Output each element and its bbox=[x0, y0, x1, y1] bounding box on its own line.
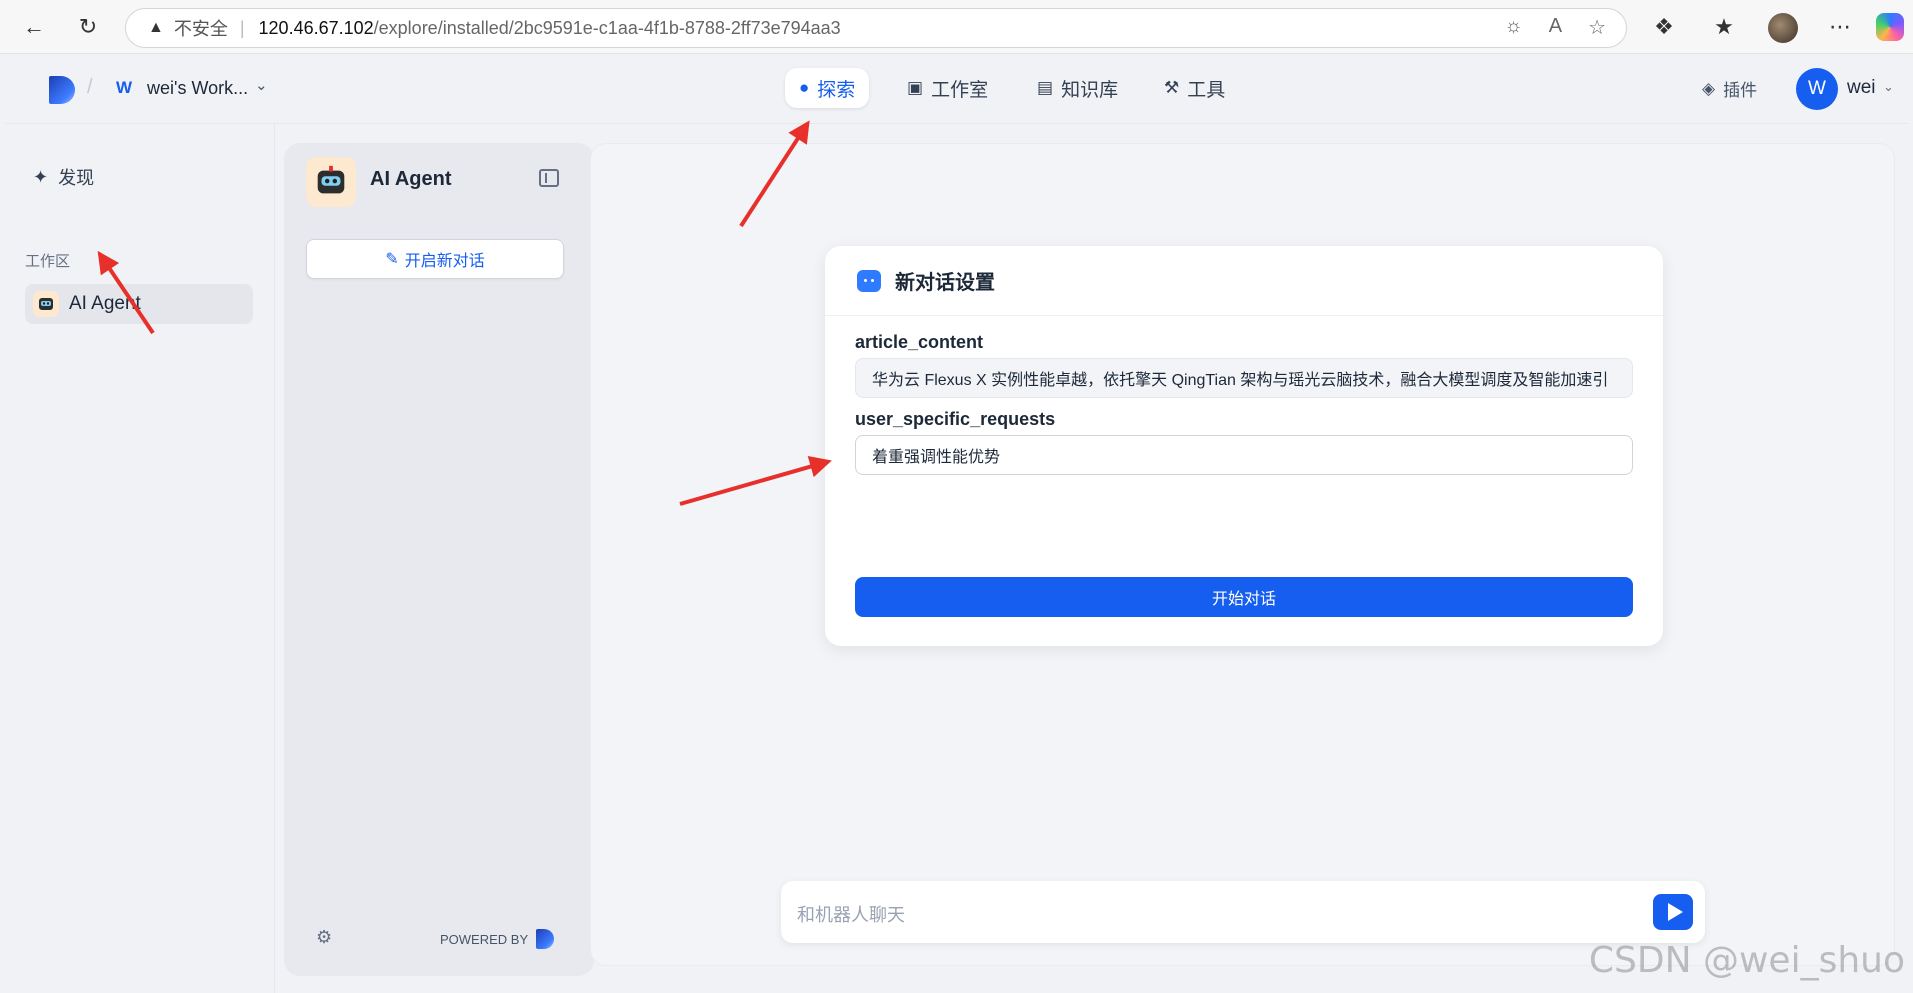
copilot-icon[interactable] bbox=[1876, 13, 1904, 41]
explore-icon: ● bbox=[799, 78, 810, 97]
card-header: 新对话设置 bbox=[825, 246, 1663, 316]
powered-by: POWERED BY bbox=[440, 929, 555, 949]
tab-label: 工作室 bbox=[931, 79, 989, 101]
url-separator: | bbox=[239, 17, 245, 38]
refresh-icon[interactable]: ↻ bbox=[74, 13, 102, 41]
workspace-name[interactable]: wei's Work... bbox=[147, 78, 248, 99]
tab-label: 探索 bbox=[817, 79, 856, 101]
chat-input-box[interactable]: 和机器人聊天 bbox=[781, 881, 1705, 943]
sidebar-item-ai-agent[interactable]: AI Agent bbox=[25, 284, 253, 324]
robot-icon: ▣ bbox=[907, 78, 924, 97]
favorites-icon[interactable]: ★ bbox=[1710, 13, 1738, 41]
new-chat-label: 开启新对话 bbox=[404, 253, 485, 270]
tab-knowledge[interactable]: ▤ 知识库 bbox=[1023, 68, 1132, 108]
chat-bubble-icon bbox=[857, 269, 881, 292]
collapse-sidebar-icon[interactable] bbox=[539, 169, 559, 187]
hammer-icon: ⚒ bbox=[1164, 78, 1180, 97]
breadcrumb-separator: / bbox=[87, 76, 93, 98]
tab-tools[interactable]: ⚒ 工具 bbox=[1150, 68, 1239, 108]
security-label: 不安全 bbox=[173, 19, 228, 39]
watermark: CSDN @wei_shuo bbox=[1588, 940, 1905, 981]
address-bar-actions: ☼ A ☆ bbox=[1504, 15, 1606, 40]
url-path: /explore/installed/2bc9591e-c1aa-4f1b-87… bbox=[373, 17, 841, 38]
main-chat-area: 新对话设置 article_content 华为云 Flexus X 实例性能卓… bbox=[590, 143, 1895, 966]
robot-avatar-icon bbox=[33, 291, 59, 317]
telescope-icon: ✦ bbox=[33, 166, 49, 187]
card-title: 新对话设置 bbox=[895, 272, 995, 294]
app-header: / W wei's Work... ⌄ ● 探索 ▣ 工作室 ▤ 知识库 ⚒ 工… bbox=[5, 54, 1908, 124]
agent-avatar bbox=[306, 157, 356, 207]
tab-explore[interactable]: ● 探索 bbox=[785, 68, 870, 108]
url-host: 120.46.67.102 bbox=[258, 17, 374, 38]
read-aloud-icon[interactable]: A bbox=[1549, 15, 1562, 40]
send-icon[interactable] bbox=[1653, 894, 1693, 930]
tab-label: 工具 bbox=[1187, 79, 1226, 101]
discover-label: 发现 bbox=[58, 168, 95, 188]
chat-input-placeholder: 和机器人聊天 bbox=[797, 905, 905, 925]
workspace-section-label: 工作区 bbox=[25, 253, 71, 270]
new-chat-settings-card: 新对话设置 article_content 华为云 Flexus X 实例性能卓… bbox=[825, 246, 1663, 646]
brand-logo-icon bbox=[536, 929, 555, 949]
workspace-badge[interactable]: W bbox=[113, 76, 135, 100]
user-requests-input[interactable]: 着重强调性能优势 bbox=[855, 435, 1633, 475]
cube-icon: ◈ bbox=[1702, 78, 1716, 98]
chevron-down-icon[interactable]: ⌄ bbox=[1883, 79, 1894, 95]
left-sidebar: ✦ 发现 工作区 AI Agent bbox=[5, 124, 275, 993]
extensions-icon[interactable]: ❖ bbox=[1650, 13, 1678, 41]
field-label-article-content: article_content bbox=[855, 332, 984, 352]
app-logo[interactable] bbox=[49, 76, 75, 104]
browser-profile-avatar[interactable] bbox=[1768, 13, 1798, 43]
tab-studio[interactable]: ▣ 工作室 bbox=[893, 68, 1002, 108]
settings-sliders-icon[interactable]: ⚙ bbox=[316, 927, 332, 948]
sidebar-item-discover[interactable]: ✦ 发现 bbox=[33, 164, 94, 190]
book-icon: ▤ bbox=[1037, 78, 1054, 97]
powered-by-label: POWERED BY bbox=[440, 931, 529, 947]
field-label-user-requests: user_specific_requests bbox=[855, 409, 1056, 429]
user-avatar[interactable]: W bbox=[1796, 68, 1838, 110]
article-content-input[interactable]: 华为云 Flexus X 实例性能卓越，依托擎天 QingTian 架构与瑶光云… bbox=[855, 358, 1633, 398]
browser-toolbar: ← ↻ ▲ 不安全 | 120.46.67.102 /explore/insta… bbox=[0, 0, 1913, 54]
warning-icon: ▲ bbox=[148, 19, 164, 36]
agent-title: AI Agent bbox=[370, 168, 452, 190]
start-chat-button[interactable]: 开始对话 bbox=[855, 577, 1633, 617]
back-icon[interactable]: ← bbox=[20, 13, 48, 41]
address-bar[interactable]: ▲ 不安全 | 120.46.67.102 /explore/installed… bbox=[125, 8, 1627, 48]
translate-icon[interactable]: ☼ bbox=[1504, 15, 1522, 40]
chevron-down-icon[interactable]: ⌄ bbox=[255, 76, 268, 94]
edit-icon: ✎ bbox=[385, 251, 399, 268]
user-name[interactable]: wei bbox=[1847, 77, 1876, 99]
more-menu-icon[interactable]: ⋯ bbox=[1826, 13, 1854, 41]
conversation-panel: AI Agent ✎ 开启新对话 ⚙ POWERED BY bbox=[284, 143, 594, 976]
plugin-button[interactable]: ◈ 插件 bbox=[1702, 76, 1757, 101]
plugin-label: 插件 bbox=[1723, 81, 1758, 100]
favorite-star-icon[interactable]: ☆ bbox=[1588, 15, 1606, 40]
new-chat-button[interactable]: ✎ 开启新对话 bbox=[306, 239, 564, 279]
tab-label: 知识库 bbox=[1061, 79, 1119, 101]
